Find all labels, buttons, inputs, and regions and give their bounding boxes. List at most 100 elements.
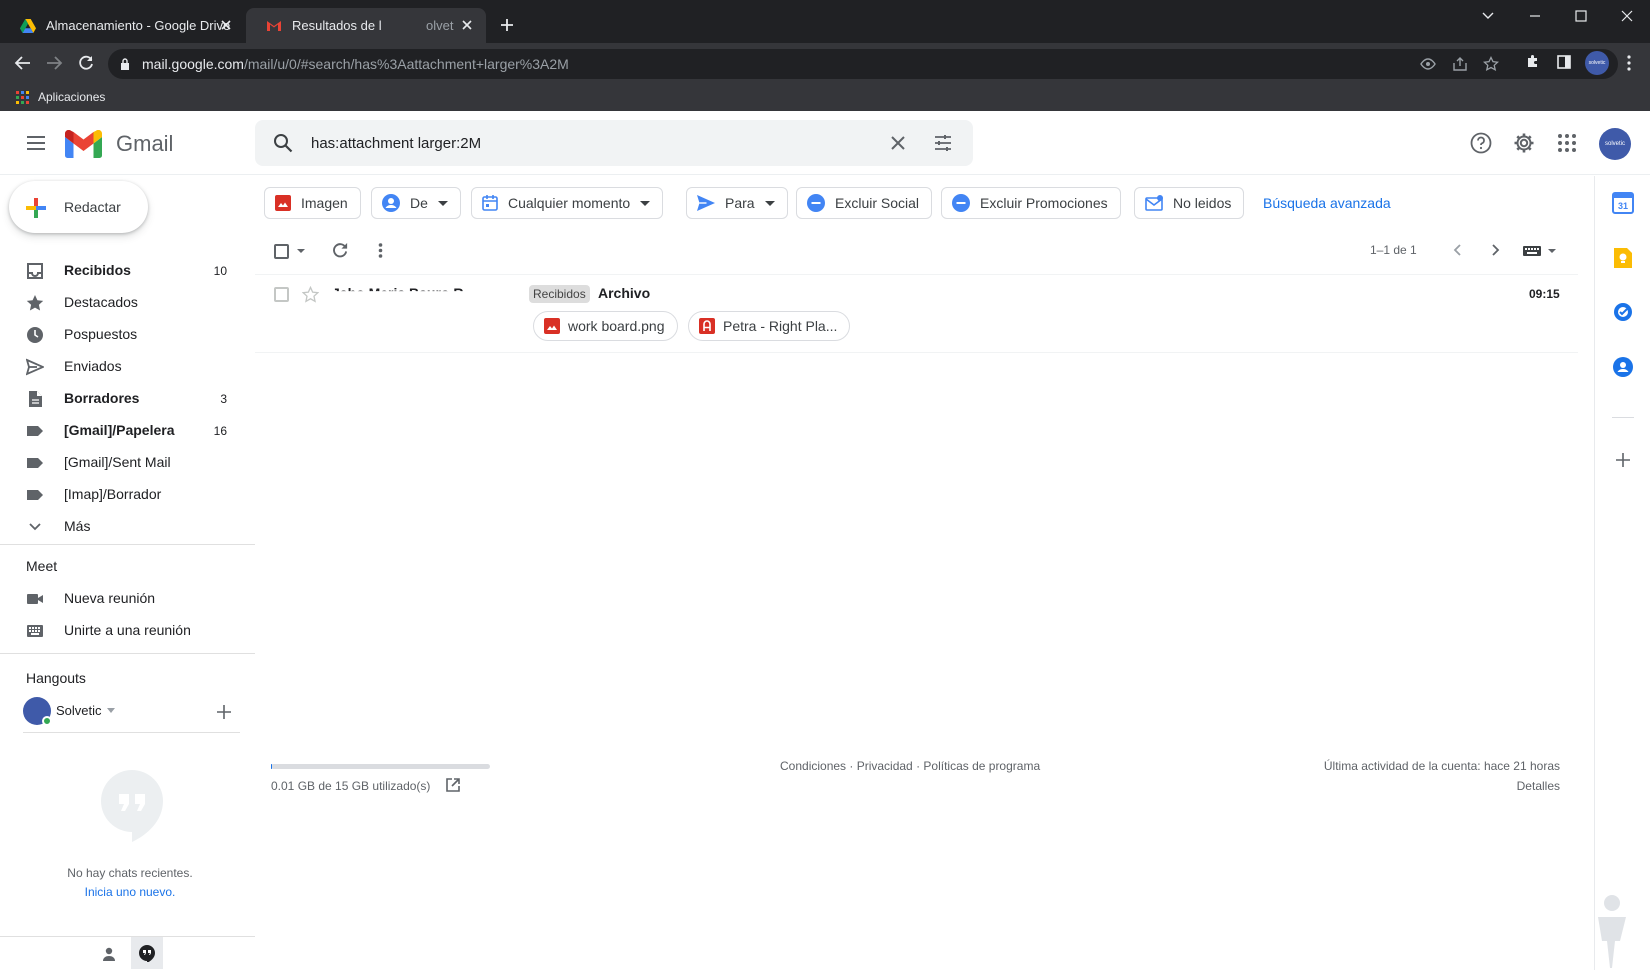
tab-google-drive[interactable]: Almacenamiento - Google Drive bbox=[0, 8, 245, 43]
details-link[interactable]: Detalles bbox=[1300, 779, 1560, 793]
search-icon[interactable] bbox=[273, 133, 293, 153]
nav-item-destacados[interactable]: Destacados bbox=[0, 286, 255, 318]
attachment-chip-image[interactable]: work board.png bbox=[533, 311, 678, 341]
apps-grid-icon[interactable] bbox=[16, 91, 29, 104]
back-icon[interactable] bbox=[14, 54, 32, 72]
filter-chip-to[interactable]: Para bbox=[686, 187, 788, 219]
chip-label: No leidos bbox=[1173, 195, 1232, 211]
email-row[interactable]: Jaho Meria Bauro R Recibidos Archivo 09:… bbox=[255, 274, 1578, 353]
star-toggle-icon[interactable] bbox=[302, 286, 319, 303]
share-icon[interactable] bbox=[1452, 57, 1468, 71]
gmail-tab-icon bbox=[267, 20, 281, 31]
meet-join-meeting[interactable]: Unirte a una reunión bbox=[0, 614, 255, 646]
minus-circle-icon bbox=[807, 194, 825, 212]
next-page-icon[interactable] bbox=[1492, 244, 1500, 256]
select-all-checkbox[interactable] bbox=[274, 244, 289, 259]
forward-icon[interactable] bbox=[45, 54, 63, 72]
browser-toolbar: mail.google.com/mail/u/0/#search/has%3Aa… bbox=[0, 43, 1650, 83]
input-tools-keyboard-icon[interactable] bbox=[1523, 245, 1543, 257]
tab-strip: Almacenamiento - Google Drive Resultados… bbox=[0, 0, 1650, 43]
filter-chip-exclude-social[interactable]: Excluir Social bbox=[796, 187, 933, 219]
bookmark-apps-label[interactable]: Aplicaciones bbox=[38, 90, 105, 104]
tab-search-icon[interactable] bbox=[1481, 9, 1495, 23]
maximize-icon[interactable] bbox=[1574, 9, 1588, 23]
settings-gear-icon[interactable] bbox=[1513, 132, 1535, 154]
nav-item-pospuestos[interactable]: Pospuestos bbox=[0, 318, 255, 350]
meet-new-meeting[interactable]: Nueva reunión bbox=[0, 582, 255, 614]
select-dropdown-caret-icon[interactable] bbox=[297, 249, 305, 253]
extensions-icon[interactable] bbox=[1525, 54, 1541, 70]
reload-icon[interactable] bbox=[77, 54, 95, 72]
nav-item-sent-mail[interactable]: [Gmail]/Sent Mail bbox=[0, 446, 255, 478]
open-external-icon[interactable] bbox=[446, 778, 460, 792]
refresh-icon[interactable] bbox=[332, 242, 349, 259]
add-addon-plus-icon[interactable] bbox=[1616, 453, 1630, 467]
nav-item-enviados[interactable]: Enviados bbox=[0, 350, 255, 382]
new-chat-plus-icon[interactable] bbox=[217, 705, 231, 719]
start-chat-link[interactable]: Inicia uno nuevo. bbox=[0, 885, 260, 899]
tab-gmail-results[interactable]: Resultados de l olvet bbox=[246, 8, 486, 43]
new-tab-icon[interactable] bbox=[499, 17, 515, 33]
close-tab-icon[interactable] bbox=[219, 18, 233, 32]
chip-label: Cualquier momento bbox=[508, 195, 631, 211]
gmail-logo-icon[interactable] bbox=[65, 130, 102, 158]
advanced-search-link[interactable]: Búsqueda avanzada bbox=[1263, 195, 1391, 211]
close-window-icon[interactable] bbox=[1620, 9, 1634, 23]
bookmark-star-icon[interactable] bbox=[1483, 56, 1499, 72]
nav-label: Recibidos bbox=[64, 262, 131, 278]
nav-label: [Gmail]/Papelera bbox=[64, 422, 175, 438]
filter-chip-any-time[interactable]: Cualquier momento bbox=[471, 187, 664, 219]
minimize-icon[interactable] bbox=[1528, 9, 1542, 23]
email-label-tag[interactable]: Recibidos bbox=[529, 285, 590, 303]
close-tab-icon[interactable] bbox=[460, 18, 474, 32]
nav-item-imap-borrador[interactable]: [Imap]/Borrador bbox=[0, 478, 255, 510]
nav-item-mas[interactable]: Más bbox=[0, 510, 255, 542]
email-checkbox[interactable] bbox=[274, 287, 289, 302]
keep-app-icon[interactable] bbox=[1613, 247, 1633, 269]
search-options-icon[interactable] bbox=[934, 134, 952, 152]
search-input[interactable]: has:attachment larger:2M bbox=[311, 135, 481, 152]
filter-chip-exclude-promos[interactable]: Excluir Promociones bbox=[941, 187, 1121, 219]
lock-icon[interactable] bbox=[120, 58, 130, 70]
main-menu-icon[interactable] bbox=[26, 135, 46, 151]
attachment-chip-pdf[interactable]: Petra - Right Pla... bbox=[688, 311, 851, 341]
eye-icon[interactable] bbox=[1420, 57, 1436, 71]
nav-item-recibidos[interactable]: Recibidos 10 bbox=[0, 254, 255, 286]
divider bbox=[1612, 417, 1634, 418]
meet-join-label: Unirte a una reunión bbox=[64, 622, 191, 638]
user-caret-icon bbox=[107, 708, 115, 713]
hangouts-user[interactable]: Solvetic bbox=[23, 695, 253, 726]
search-bar[interactable]: has:attachment larger:2M bbox=[255, 120, 973, 166]
dropdown-caret-icon bbox=[437, 200, 448, 206]
no-chats-text: No hay chats recientes. bbox=[67, 866, 193, 880]
email-subject: Archivo bbox=[598, 285, 651, 301]
filter-chip-from[interactable]: De bbox=[371, 187, 461, 219]
contacts-app-icon[interactable] bbox=[1613, 357, 1633, 377]
profile-avatar[interactable]: solvetic bbox=[1585, 51, 1609, 75]
nav-item-borradores[interactable]: Borradores 3 bbox=[0, 382, 255, 414]
chrome-menu-icon[interactable] bbox=[1626, 54, 1632, 72]
calendar-app-icon[interactable]: 31 bbox=[1612, 192, 1634, 214]
address-bar[interactable]: mail.google.com/mail/u/0/#search/has%3Aa… bbox=[108, 49, 1618, 79]
filter-chip-image[interactable]: Imagen bbox=[264, 187, 361, 219]
nav-label: Enviados bbox=[64, 358, 122, 374]
svg-text:31: 31 bbox=[1618, 201, 1628, 211]
image-file-icon bbox=[544, 318, 560, 334]
clear-search-icon[interactable] bbox=[891, 136, 905, 150]
nav-item-papelera[interactable]: [Gmail]/Papelera 16 bbox=[0, 414, 255, 446]
url-text[interactable]: mail.google.com/mail/u/0/#search/has%3Aa… bbox=[142, 56, 569, 72]
filter-chip-unread[interactable]: No leidos bbox=[1134, 187, 1245, 219]
input-tools-caret-icon[interactable] bbox=[1548, 249, 1556, 253]
google-drive-icon bbox=[20, 18, 36, 33]
compose-button[interactable]: Redactar bbox=[9, 181, 148, 233]
side-panel-icon[interactable] bbox=[1556, 54, 1572, 70]
tasks-app-icon[interactable] bbox=[1613, 302, 1633, 322]
more-options-icon[interactable] bbox=[378, 243, 383, 258]
contacts-person-icon[interactable] bbox=[101, 946, 117, 962]
google-apps-icon[interactable] bbox=[1558, 134, 1576, 152]
nav-label: Pospuestos bbox=[64, 326, 138, 342]
footer-links[interactable]: Condiciones · Privacidad · Políticas de … bbox=[780, 759, 1040, 773]
help-icon[interactable] bbox=[1470, 132, 1492, 154]
account-avatar[interactable]: solvetic bbox=[1599, 128, 1631, 160]
previous-page-icon[interactable] bbox=[1453, 244, 1461, 256]
